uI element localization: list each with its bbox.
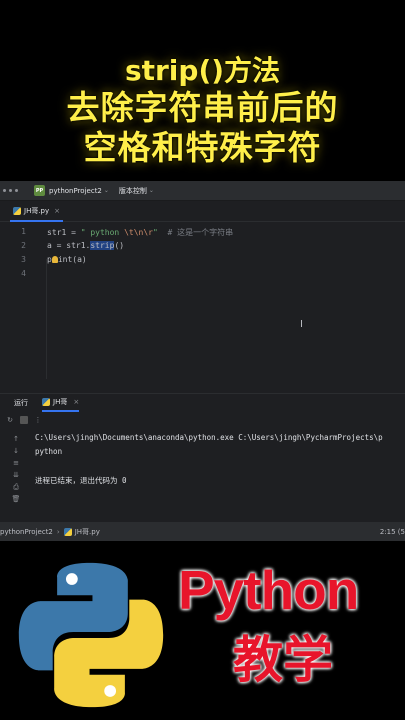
line-number: 3 [21, 255, 26, 264]
close-icon[interactable]: × [54, 207, 60, 215]
string-literal: " python [80, 228, 125, 237]
arrow-down-icon[interactable]: ↓ [9, 445, 23, 457]
console-line: C:\Users\jingh\Documents\anaconda\python… [35, 433, 383, 442]
indent-guide [46, 259, 47, 379]
menu-dot-icon[interactable] [15, 189, 18, 192]
print-icon[interactable]: ⎙ [9, 481, 23, 493]
line-number: 2 [21, 241, 26, 250]
rerun-icon[interactable]: ↻ [6, 416, 14, 424]
more-icon[interactable]: ⋮ [34, 416, 42, 424]
code-line-1[interactable]: str1 = " python \t\n\r" # 这是一个字符串 [47, 227, 233, 238]
code-line-2[interactable]: a = str1.strip() [47, 241, 124, 250]
brand-python-text: Python [178, 559, 359, 621]
code-text: () [114, 241, 125, 250]
python-logo-icon [18, 562, 164, 708]
project-badge: PP [34, 185, 45, 196]
code-text: a = str1. [47, 241, 91, 250]
python-file-icon [13, 207, 21, 215]
pycharm-window: PP pythonProject2 ⌄ 版本控制 ⌄ JH哥.py × 1 2 … [0, 181, 405, 541]
text-cursor-icon: I [300, 319, 303, 330]
console-side-toolbar: ↑ ↓ ≡ ⇊ ⎙ 🗑 [9, 433, 23, 505]
scroll-end-icon[interactable]: ⇊ [9, 469, 23, 481]
code-comment: # 这是一个字符串 [157, 228, 234, 237]
selected-text: strip [90, 241, 115, 250]
console-line: 进程已结束，退出代码为 0 [35, 476, 127, 485]
brand-subtitle-text: 教学 [233, 631, 333, 689]
line-number: 4 [21, 269, 26, 278]
python-file-icon [63, 527, 72, 536]
status-file[interactable]: JH哥.py [75, 527, 100, 537]
code-text: str1 = [47, 228, 81, 237]
python-file-icon [42, 397, 50, 406]
run-tab-label: JH哥 [53, 397, 68, 406]
status-bar: pythonProject2 › JH哥.py 2:15 (5 [0, 522, 405, 541]
menu-dot-icon[interactable] [9, 189, 12, 192]
run-toolbar: ↻ ⋮ [0, 412, 405, 428]
stop-icon[interactable] [20, 416, 28, 424]
tab-label: JH哥.py [24, 207, 50, 215]
trash-icon[interactable]: 🗑 [9, 493, 23, 505]
vcs-menu[interactable]: 版本控制 [119, 186, 147, 196]
wrap-icon[interactable]: ≡ [9, 457, 23, 469]
code-text: int(a) [57, 255, 87, 264]
run-tab[interactable]: JH哥 × [42, 394, 80, 412]
video-title: strip()方法 去除字符串前后的 空格和特殊字符 [0, 54, 405, 168]
title-line-2: 去除字符串前后的 [66, 88, 339, 127]
main-toolbar: PP pythonProject2 ⌄ 版本控制 ⌄ [0, 181, 405, 201]
chevron-right-icon: › [56, 527, 60, 536]
cursor-position[interactable]: 2:15 (5 [380, 528, 405, 536]
close-icon[interactable]: × [73, 398, 79, 406]
editor-tabs: JH哥.py × [0, 202, 405, 222]
code-editor[interactable]: 1 2 3 4 str1 = " python \t\n\r" # 这是一个字符… [0, 223, 405, 385]
run-panel-header: 运行 JH哥 × [0, 393, 405, 412]
chevron-down-icon[interactable]: ⌄ [104, 187, 109, 194]
menu-dot-icon[interactable] [3, 189, 6, 192]
title-line-1: strip()方法 [124, 54, 281, 87]
code-line-3[interactable]: p int(a) [47, 255, 87, 264]
escape-sequence: \t\n\r [124, 228, 153, 237]
line-gutter: 1 2 3 4 [0, 223, 34, 385]
tab-jh-py[interactable]: JH哥.py × [10, 202, 64, 222]
title-line-3: 空格和特殊字符 [83, 128, 322, 167]
status-project[interactable]: pythonProject2 [0, 528, 53, 536]
chevron-down-icon[interactable]: ⌄ [149, 187, 154, 194]
line-number: 1 [21, 227, 26, 236]
run-panel-label[interactable]: 运行 [14, 398, 28, 408]
arrow-up-icon[interactable]: ↑ [9, 433, 23, 445]
project-selector[interactable]: pythonProject2 [49, 187, 102, 195]
console-line: python [35, 447, 63, 456]
